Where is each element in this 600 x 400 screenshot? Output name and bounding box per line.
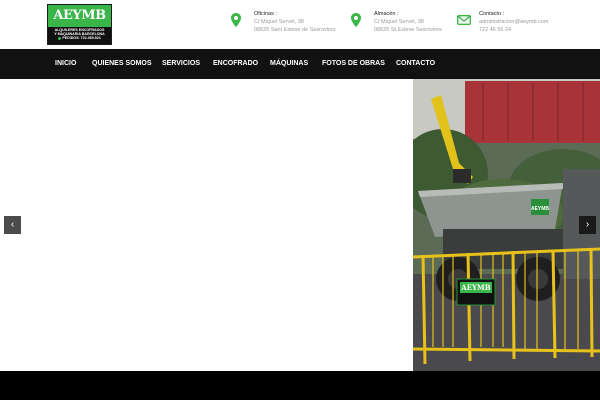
office-city: 08635 Sant Esteve de Sesrovires <box>254 27 336 33</box>
contact-email-link[interactable]: administracion@aeymb.com <box>479 19 548 25</box>
nav-item-fotos-de-obras[interactable]: FOTOS DE OBRAS <box>322 49 385 79</box>
slider-prev-button[interactable]: ‹ <box>4 216 21 234</box>
nav-item-servicios[interactable]: SERVICIOS <box>162 49 200 79</box>
office-address: C/ Miquel Servet, 38 <box>254 19 304 25</box>
hero-slider: AEYMB AEYMB ‹ › <box>0 79 600 371</box>
dumper-photo-illustration: AEYMB AEYMB <box>413 79 600 371</box>
logo-phone: PEDIDOS: 722.465.524 <box>62 36 101 41</box>
slider-next-button[interactable]: › <box>579 216 596 234</box>
logo[interactable]: AEYMB ALQUILERES ENCOFRADOS Y MAQUINARIA… <box>47 4 112 45</box>
envelope-icon <box>457 15 471 25</box>
location-pin-icon <box>231 13 241 27</box>
whatsapp-icon <box>58 36 62 40</box>
warehouse-label: Almacén : <box>374 11 399 17</box>
nav-item-contacto[interactable]: CONTACTO <box>396 49 435 79</box>
nav-item-quienes-somos[interactable]: QUIENES SOMOS <box>92 49 152 79</box>
site-header: AEYMB ALQUILERES ENCOFRADOS Y MAQUINARIA… <box>0 0 600 49</box>
warehouse-address: C/ Miquel Servet, 38 <box>374 19 424 25</box>
skip-logo-text: AEYMB <box>531 206 549 212</box>
slide-photo-dumper: AEYMB AEYMB <box>413 79 600 371</box>
contact-label: Contacto : <box>479 11 505 17</box>
main-nav: INICIO QUIENES SOMOS SERVICIOS ENCOFRADO… <box>0 49 600 79</box>
nav-item-maquinas[interactable]: MÁQUINAS <box>270 49 308 79</box>
logo-brand: AEYMB <box>48 5 111 27</box>
footer-band <box>0 371 600 400</box>
fence-sign-text: AEYMB <box>460 283 491 292</box>
nav-item-inicio[interactable]: INICIO <box>55 49 76 79</box>
logo-tagline: ALQUILERES ENCOFRADOS Y MAQUINARIA BARCE… <box>48 27 111 44</box>
office-label: Oficinas : <box>254 11 277 17</box>
warehouse-city: 08635 St.Esteve Sesrovires <box>374 27 442 33</box>
nav-item-encofrado[interactable]: ENCOFRADO <box>213 49 258 79</box>
location-pin-icon <box>351 13 361 27</box>
contact-phone: 722 46 55 24 <box>479 27 512 33</box>
